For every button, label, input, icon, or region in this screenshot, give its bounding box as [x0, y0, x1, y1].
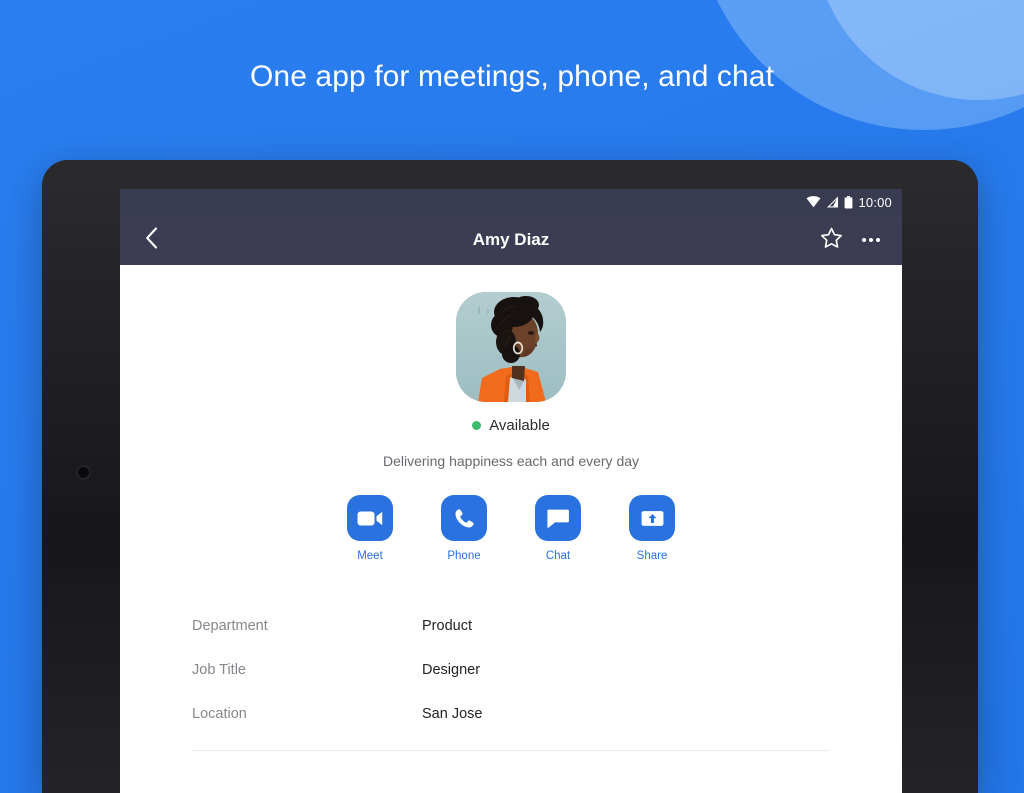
overflow-menu-button[interactable]	[858, 227, 884, 253]
overflow-dot	[862, 238, 866, 242]
wifi-icon	[806, 196, 821, 208]
presence-label: Available	[489, 417, 550, 434]
chat-bubble-icon	[535, 495, 581, 541]
contact-profile: Available Delivering happiness each and …	[120, 265, 902, 751]
presence-status: Available	[120, 417, 902, 434]
app-bar-title: Amy Diaz	[472, 230, 550, 249]
detail-row: Location San Jose	[192, 692, 830, 736]
action-chat[interactable]: Chat	[535, 495, 581, 562]
promo-headline: One app for meetings, phone, and chat	[249, 60, 775, 93]
battery-icon	[844, 195, 853, 209]
detail-key-location: Location	[192, 706, 247, 722]
detail-value-job-title: Designer	[422, 662, 481, 678]
action-share[interactable]: Share	[629, 495, 675, 562]
detail-key-job-title: Job Title	[192, 662, 246, 678]
status-bar: 10:00	[120, 189, 902, 215]
cellular-signal-icon	[826, 196, 839, 208]
tablet-device-frame: 10:00 Amy Diaz Available Delivering happ…	[42, 160, 978, 793]
detail-row: Department Product	[192, 604, 830, 648]
back-button[interactable]	[138, 224, 164, 256]
overflow-dot	[876, 238, 880, 242]
action-label-chat: Chat	[545, 550, 571, 562]
action-phone[interactable]: Phone	[441, 495, 487, 562]
details-divider	[192, 750, 830, 751]
action-meet[interactable]: Meet	[347, 495, 393, 562]
detail-value-location: San Jose	[422, 706, 483, 722]
detail-value-department: Product	[422, 618, 472, 634]
star-outline-icon	[820, 227, 843, 254]
presence-dot-icon	[472, 421, 482, 430]
phone-handset-icon	[441, 495, 487, 541]
video-camera-icon	[347, 495, 393, 541]
favorite-star-button[interactable]	[818, 227, 844, 253]
profile-details: Department Product Job Title Designer Lo…	[120, 604, 902, 751]
app-bar: Amy Diaz	[120, 215, 902, 265]
profile-tagline: Delivering happiness each and every day	[382, 453, 640, 469]
quick-actions: Meet Phone Chat Share	[120, 495, 902, 562]
avatar-photo	[456, 292, 566, 402]
back-chevron-icon	[145, 226, 158, 254]
avatar[interactable]	[456, 292, 566, 402]
detail-key-department: Department	[192, 618, 268, 634]
share-upload-icon	[629, 495, 675, 541]
action-label-share: Share	[636, 550, 668, 562]
overflow-dot	[869, 238, 873, 242]
status-bar-time: 10:00	[858, 194, 892, 210]
tablet-screen: 10:00 Amy Diaz Available Delivering happ…	[120, 189, 902, 793]
action-label-phone: Phone	[447, 550, 481, 562]
avatar-container	[120, 292, 902, 402]
front-camera-icon	[78, 467, 89, 478]
detail-row: Job Title Designer	[192, 648, 830, 692]
action-label-meet: Meet	[357, 550, 383, 562]
app-bar-actions	[818, 227, 884, 253]
